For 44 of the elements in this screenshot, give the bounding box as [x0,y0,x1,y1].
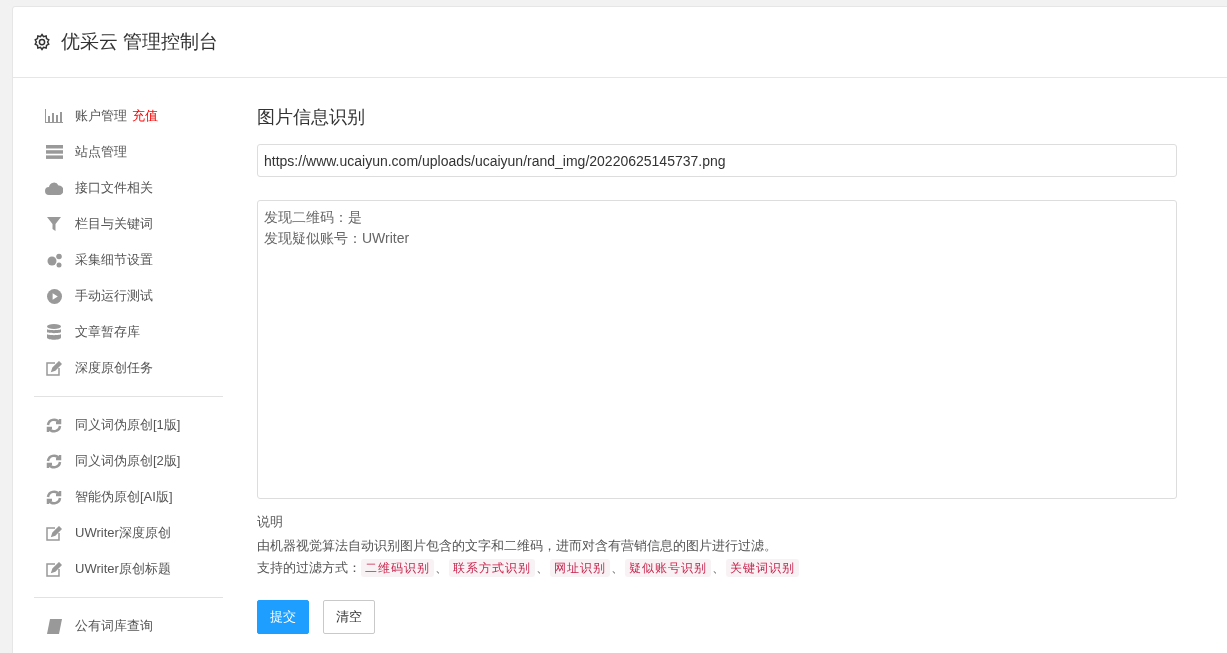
refresh-icon [46,417,62,433]
database-icon [47,324,61,340]
edit-icon [46,360,62,376]
play-icon [46,288,62,304]
sidebar-item[interactable]: 手动运行测试 [34,278,223,314]
sidebar-item[interactable]: 智能伪原创[AI版] [34,479,223,515]
sidebar-item[interactable]: UWriter原创标题 [34,551,223,587]
result-text-area[interactable]: 发现二维码：是 发现疑似账号：UWriter [257,200,1177,499]
sidebar-item[interactable]: UWriter深度原创 [34,515,223,551]
sidebar-item[interactable]: 栏目与关键词 [34,206,223,242]
sidebar-item[interactable]: 公有词库查询 [34,608,223,644]
separator: 、 [611,559,624,577]
filter-icon [47,217,61,231]
separator: 、 [536,559,549,577]
refresh-icon [46,453,62,469]
section-title: 图片信息识别 [257,106,366,129]
sidebar-item[interactable]: 站点管理 [34,134,223,170]
sidebar-item[interactable]: 采集细节设置 [34,242,223,278]
refresh-icon [46,489,62,505]
sidebar-item[interactable]: 账户管理 充值 [34,98,223,134]
filter-tag: 联系方式识别 [449,558,535,577]
settings-icon [33,33,51,51]
console-title: 优采云 管理控制台 [61,29,219,54]
edit-icon [46,525,62,541]
clear-button[interactable]: 清空 [323,599,375,634]
filter-tag: 网址识别 [550,558,610,577]
sidebar-item[interactable]: 深度原创任务 [34,350,223,386]
description-text: 由机器视觉算法自动识别图片包含的文字和二维码，进而对含有营销信息的图片进行过滤。 [257,536,778,555]
separator: 、 [712,559,725,577]
filters-label: 支持的过滤方式： [257,559,361,577]
sidebar-item[interactable]: 文章暂存库 [34,314,223,350]
sidebar-item[interactable]: 接口文件相关 [34,170,223,206]
chart-icon [45,109,63,123]
separator: 、 [435,559,448,577]
sidebar-item[interactable]: 同义词伪原创[1版] [34,407,223,443]
note-label: 说明 [257,513,284,531]
sidebar-item[interactable]: 同义词伪原创[2版] [34,443,223,479]
cloud-icon [45,181,63,195]
server-icon [45,145,63,159]
filter-tag: 二维码识别 [361,558,434,577]
filter-tag: 关键词识别 [726,558,799,577]
filter-tag: 疑似账号识别 [625,558,711,577]
edit-icon [46,561,62,577]
url-input-field[interactable]: https://www.ucaiyun.com/uploads/ucaiyun/rand_img/20220625145737.png [257,144,1177,177]
